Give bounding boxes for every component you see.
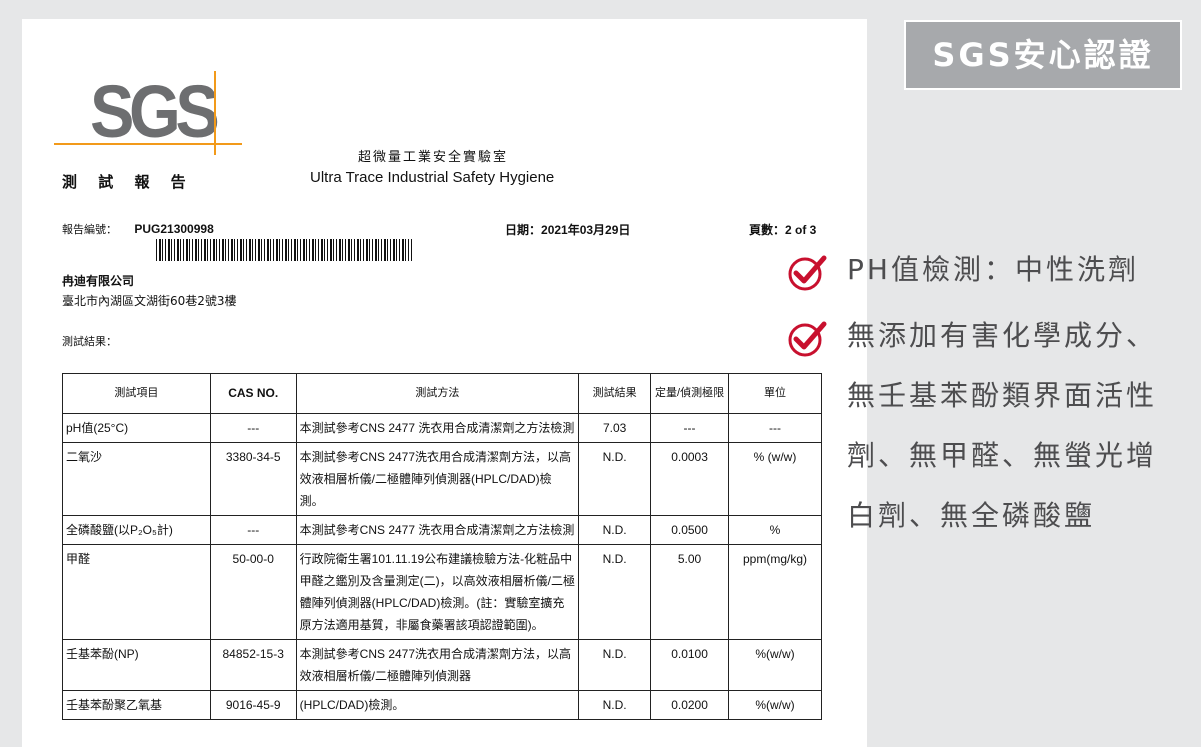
table-header-row: 測試項目 CAS NO. 測試方法 測試結果 定量/偵測極限 單位 [62, 373, 822, 414]
test-report-document: SGS 測 試 報 告 超微量工業安全實驗室 Ultra Trace Indus… [22, 19, 867, 747]
table-row: 甲醛 50-00-0 行政院衛生署101.11.19公布建議檢驗方法-化粧品中甲… [62, 544, 822, 640]
header-item: 測試項目 [62, 373, 211, 414]
header-limit: 定量/偵測極限 [650, 373, 730, 414]
barcode [156, 239, 412, 261]
company-name: 冉迪有限公司 [62, 274, 135, 288]
table-row: 壬基苯酚(NP) 84852-15-3 本測試參考CNS 2477洗衣用合成清潔… [62, 639, 822, 691]
result-label: 測試結果： [62, 335, 117, 348]
feature-item-no-additives: 無添加有害化學成分、 無壬基苯酚類界面活性 劑、無甲醛、無螢光增 白劑、無全磷酸… [787, 306, 1197, 546]
feature-line: 無添加有害化學成分、 [847, 319, 1158, 352]
header-cas: CAS NO. [209, 373, 297, 414]
header-result: 測試結果 [578, 373, 652, 414]
feature-item-ph: PH值檢測：中性洗劑 [787, 240, 1197, 300]
check-circle-icon [788, 255, 827, 291]
header-method: 測試方法 [295, 373, 580, 414]
check-circle-icon [788, 321, 827, 357]
feature-line: 白劑、無全磷酸鹽 [847, 499, 1096, 532]
company-address: 臺北市內湖區文湖街60巷2號3樓 [62, 294, 237, 308]
feature-line: 劑、無甲醛、無螢光增 [847, 439, 1158, 472]
lab-name-cn: 超微量工業安全實驗室 [358, 150, 509, 165]
report-page: 頁數：2 of 3 [749, 223, 817, 237]
feature-line: 無壬基苯酚類界面活性 [847, 379, 1158, 412]
lab-name-en: Ultra Trace Industrial Safety Hygiene [310, 169, 555, 186]
report-date: 日期：2021年03月29日 [505, 223, 631, 237]
table-row: 二氧沙 3380-34-5 本測試參考CNS 2477洗衣用合成清潔劑方法，以高… [62, 442, 822, 516]
sgs-certified-badge: SGS安心認證 [904, 20, 1182, 90]
results-table: 測試項目 CAS NO. 測試方法 測試結果 定量/偵測極限 單位 pH值(25… [62, 373, 822, 720]
report-number: 報告編號： PUG21300998 [62, 222, 214, 236]
table-row: 全磷酸鹽(以P₂O₅計) --- 本測試參考CNS 2477 洗衣用合成清潔劑之… [62, 515, 822, 545]
sgs-logo: SGS [54, 71, 244, 161]
feature-text: PH值檢測：中性洗劑 [847, 253, 1139, 286]
table-row: pH值(25°C) --- 本測試參考CNS 2477 洗衣用合成清潔劑之方法檢… [62, 413, 822, 443]
report-title: 測 試 報 告 [62, 173, 194, 191]
table-row: 壬基苯酚聚乙氧基 9016-45-9 (HPLC/DAD)檢測。 N.D. 0.… [62, 690, 822, 720]
